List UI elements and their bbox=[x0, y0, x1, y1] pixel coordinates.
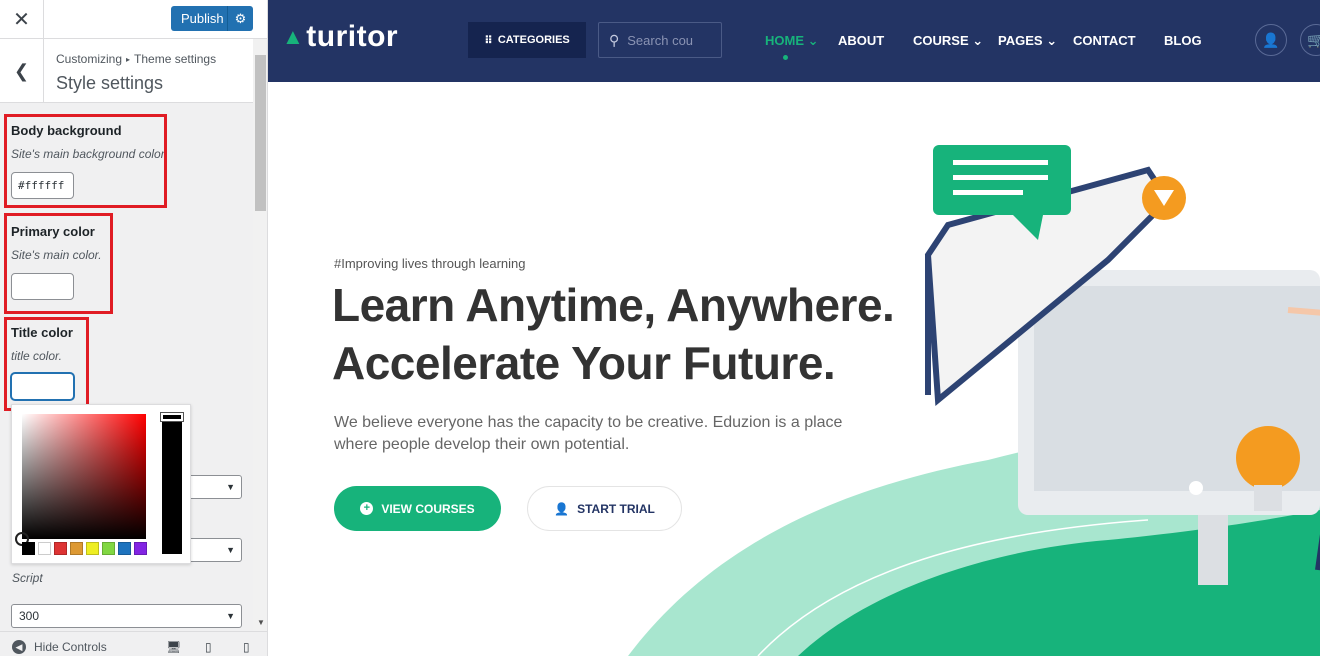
desktop-preview-icon[interactable]: 🖥 bbox=[166, 640, 181, 654]
section-header: ❮ Customizing ▸ Theme settings Style setti… bbox=[0, 39, 253, 103]
body-background-highlight bbox=[4, 114, 167, 208]
nav-course-label: COURSE bbox=[913, 33, 969, 48]
scroll-down-arrow-icon[interactable]: ▼ bbox=[257, 618, 265, 627]
mobile-preview-icon[interactable]: ▯ bbox=[243, 640, 250, 654]
color-swatch[interactable] bbox=[134, 542, 147, 555]
monitor-button bbox=[1189, 481, 1203, 495]
tablet-preview-icon[interactable]: ▯ bbox=[205, 640, 212, 654]
font-weight-value: 300 bbox=[19, 609, 40, 623]
start-trial-button[interactable]: 👤 START TRIAL bbox=[527, 486, 682, 531]
hide-controls-button[interactable]: ◀ Hide Controls bbox=[12, 640, 107, 654]
collapse-icon: ◀ bbox=[12, 640, 26, 654]
nav-pages-label: PAGES bbox=[998, 33, 1043, 48]
breadcrumb-parent: Customizing bbox=[56, 52, 123, 66]
site-logo[interactable]: ▲ turitor bbox=[282, 20, 398, 54]
back-button[interactable]: ❮ bbox=[0, 39, 44, 103]
font-weight-select[interactable]: 300 ▼ bbox=[11, 604, 242, 628]
nav-home[interactable]: HOME ⌄ bbox=[765, 33, 819, 49]
customizer-footer: ◀ Hide Controls 🖥 ▯ ▯ bbox=[0, 631, 267, 656]
script-label: Script bbox=[12, 571, 43, 585]
sidebar-scrollbar[interactable]: ▼ bbox=[253, 39, 267, 631]
hero-description: We believe everyone has the capacity to … bbox=[334, 414, 843, 453]
nav-contact[interactable]: CONTACT bbox=[1073, 33, 1136, 48]
logo-text: turitor bbox=[306, 20, 399, 53]
color-swatch[interactable] bbox=[70, 542, 83, 555]
breadcrumb-separator-icon: ▸ bbox=[126, 55, 131, 64]
title-color-highlight bbox=[4, 317, 89, 411]
lightbulb bbox=[1236, 426, 1300, 490]
color-swatch[interactable] bbox=[86, 542, 99, 555]
customizer-sidebar: ✕ Publish ⚙ ❮ Customizing ▸ Theme settings… bbox=[0, 0, 268, 656]
close-icon: ✕ bbox=[13, 9, 30, 31]
categories-button[interactable]: ⠿ CATEGORIES bbox=[468, 22, 586, 58]
site-preview: ▲ turitor ⠿ CATEGORIES ⚲ HOME ⌄ ABOUT CO… bbox=[268, 0, 1320, 656]
breadcrumb: Customizing ▸ Theme settings bbox=[56, 52, 216, 66]
breadcrumb-section: Theme settings bbox=[134, 52, 217, 66]
chevron-down-icon: ▼ bbox=[226, 482, 235, 492]
chat-line-1 bbox=[953, 160, 1048, 165]
nav-home-label: HOME bbox=[765, 33, 804, 48]
lightbulb-base bbox=[1254, 485, 1282, 511]
hero-headline: Learn Anytime, Anywhere. Accelerate Your… bbox=[332, 276, 895, 392]
nav-pages[interactable]: PAGES ⌄ bbox=[998, 33, 1057, 49]
site-header: ▲ turitor ⠿ CATEGORIES ⚲ HOME ⌄ ABOUT CO… bbox=[268, 0, 1320, 82]
active-indicator bbox=[783, 55, 788, 60]
chat-line-2 bbox=[953, 175, 1048, 180]
hide-controls-label: Hide Controls bbox=[34, 640, 107, 654]
color-swatch[interactable] bbox=[22, 542, 35, 555]
hero-headline-line-1: Learn Anytime, Anywhere. bbox=[332, 279, 895, 331]
publish-button[interactable]: Publish ⚙ bbox=[171, 6, 253, 31]
search-input[interactable] bbox=[627, 32, 708, 48]
hue-slider[interactable] bbox=[162, 414, 182, 554]
chevron-down-icon: ⌄ bbox=[807, 33, 819, 48]
saturation-area[interactable] bbox=[22, 414, 146, 539]
section-title: Style settings bbox=[56, 73, 164, 93]
search-icon: ⚲ bbox=[609, 31, 620, 48]
publish-label: Publish bbox=[181, 11, 224, 26]
chevron-down-icon: ⌄ bbox=[1046, 33, 1058, 48]
hue-slider-handle[interactable] bbox=[160, 412, 184, 422]
gear-icon[interactable]: ⚙ bbox=[227, 6, 253, 31]
graduation-cap-icon: ▲ bbox=[282, 24, 305, 49]
chat-line-3 bbox=[953, 190, 1023, 195]
nav-course[interactable]: COURSE ⌄ bbox=[913, 33, 983, 49]
nav-about[interactable]: ABOUT bbox=[838, 33, 884, 48]
close-customizer-button[interactable]: ✕ bbox=[0, 0, 44, 39]
view-courses-label: VIEW COURSES bbox=[381, 501, 475, 516]
start-trial-label: START TRIAL bbox=[577, 501, 655, 516]
customizer-header: ✕ Publish ⚙ bbox=[0, 0, 267, 39]
grid-icon: ⠿ bbox=[484, 34, 493, 47]
color-picker-popup bbox=[11, 404, 191, 564]
primary-color-highlight bbox=[4, 213, 113, 314]
categories-label: CATEGORIES bbox=[497, 34, 570, 46]
chevron-down-icon: ▼ bbox=[226, 611, 235, 621]
monitor-stand bbox=[1198, 515, 1228, 585]
user-plus-icon: 👤 bbox=[554, 501, 570, 516]
color-swatch[interactable] bbox=[38, 542, 51, 555]
nav-blog[interactable]: BLOG bbox=[1164, 33, 1202, 48]
chevron-left-icon: ❮ bbox=[13, 60, 30, 81]
color-swatch[interactable] bbox=[54, 542, 67, 555]
color-swatch[interactable] bbox=[118, 542, 131, 555]
plus-circle-icon: + bbox=[360, 502, 374, 515]
search-box[interactable]: ⚲ bbox=[598, 22, 722, 58]
color-swatches bbox=[22, 542, 147, 555]
color-swatch[interactable] bbox=[102, 542, 115, 555]
chevron-down-icon: ▼ bbox=[226, 545, 235, 555]
view-courses-button[interactable]: + VIEW COURSES bbox=[334, 486, 501, 531]
cart-icon[interactable]: 🛒 bbox=[1300, 24, 1320, 56]
scrollbar-thumb[interactable] bbox=[255, 55, 266, 211]
user-icon[interactable]: 👤 bbox=[1255, 24, 1287, 56]
hero-illustration bbox=[628, 145, 1320, 656]
hero-headline-line-2: Accelerate Your Future. bbox=[332, 337, 836, 389]
hero-tagline: #Improving lives through learning bbox=[334, 256, 526, 271]
chevron-down-icon: ⌄ bbox=[972, 33, 984, 48]
